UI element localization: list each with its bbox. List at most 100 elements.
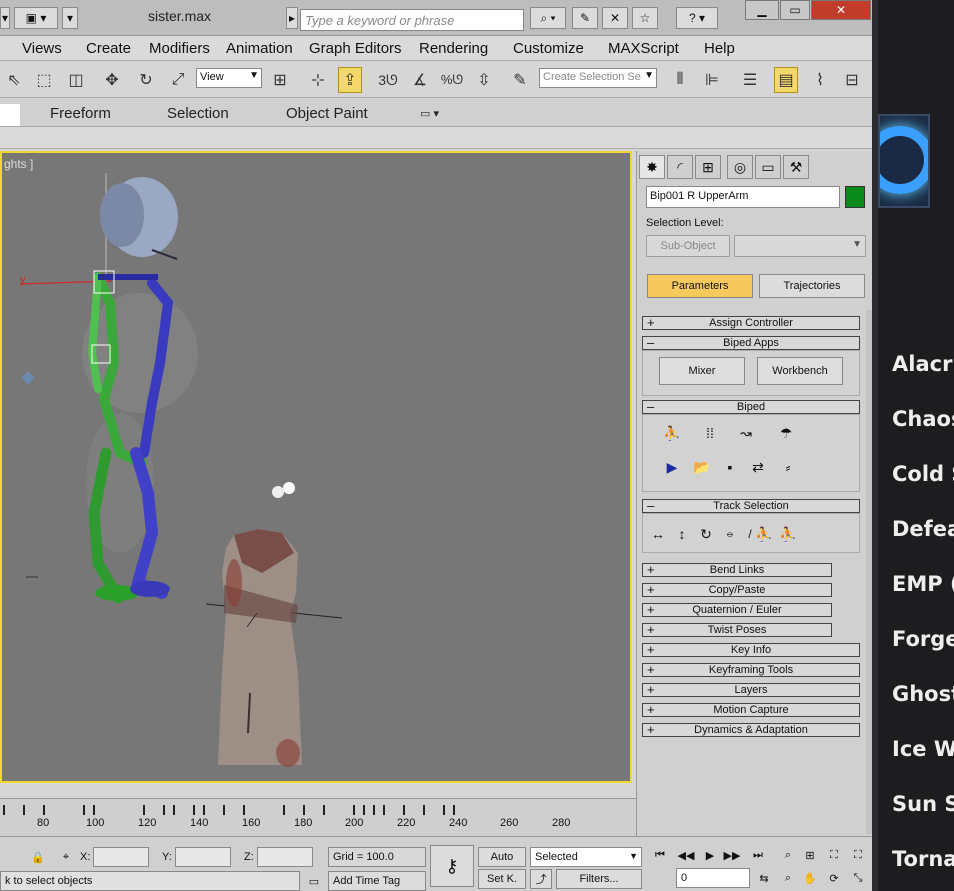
symmetrical-icon[interactable]: ⛹ — [753, 524, 775, 544]
curve-editor-icon[interactable]: ⌇ — [808, 67, 832, 93]
key-tangent-icon[interactable]: ⤴ — [530, 869, 552, 889]
menu-maxscript[interactable]: MAXScript — [608, 40, 679, 57]
subscription-icon[interactable]: ✎ — [572, 7, 598, 29]
select-object-icon[interactable]: ⇖ — [2, 67, 26, 93]
rollout-quaternion-euler[interactable]: + Quaternion / Euler — [642, 602, 832, 617]
communication-icon[interactable]: ✕ — [602, 7, 628, 29]
rollout-key-info[interactable]: + Key Info — [642, 642, 860, 657]
zoom-extents-icon[interactable]: ⛶ — [824, 845, 844, 865]
side-app-item[interactable]: Ice Wa — [892, 737, 954, 761]
menu-customize[interactable]: Customize — [513, 40, 584, 57]
help-icon[interactable]: ? ▾ — [676, 7, 718, 29]
tab-hierarchy-icon[interactable]: ⊞ — [695, 155, 721, 179]
track-bar[interactable]: 80 100 120 140 160 180 200 220 240 260 2… — [0, 798, 636, 836]
next-frame-icon[interactable]: ▶▶ — [722, 845, 742, 865]
x-coordinate-field[interactable] — [93, 847, 149, 867]
align-icon[interactable]: ⊫ — [700, 67, 724, 93]
move-all-mode-icon[interactable]: ⸗ — [777, 457, 799, 477]
binoculars-icon[interactable]: ⌕ ▾ — [530, 7, 566, 29]
side-app-item[interactable]: Forged — [892, 627, 954, 651]
key-mode-toggle-icon[interactable]: ⇆ — [754, 868, 774, 888]
search-expand-icon[interactable]: ▸ — [286, 7, 298, 29]
zoom-icon[interactable]: ⌕ — [778, 845, 798, 865]
footstep-mode-icon[interactable]: ⁞⁞ — [699, 423, 721, 443]
figure-mode-icon[interactable]: ⛹ — [661, 423, 683, 443]
rollout-keyframing-tools[interactable]: + Keyframing Tools — [642, 662, 860, 677]
spell-icon[interactable] — [878, 114, 930, 208]
tab-motion-icon[interactable]: ◎ — [727, 155, 753, 179]
menu-views[interactable]: Views — [22, 40, 62, 57]
previous-frame-icon[interactable]: ◀◀ — [676, 845, 696, 865]
tab-selection[interactable]: Selection — [167, 105, 229, 122]
snaps-toggle-icon[interactable]: 3ᘎ — [376, 67, 400, 93]
menu-help[interactable]: Help — [704, 40, 735, 57]
maxscript-listener-icon[interactable]: ▭ — [304, 871, 324, 891]
body-horizontal-icon[interactable]: ↔ — [647, 524, 669, 544]
rollout-copy-paste[interactable]: + Copy/Paste — [642, 582, 832, 597]
layer-manager-icon[interactable]: ☰ — [738, 67, 762, 93]
mirror-icon[interactable]: ⫴ — [668, 67, 692, 93]
rollout-motion-capture[interactable]: + Motion Capture — [642, 702, 860, 717]
rollout-track-selection[interactable]: – Track Selection — [642, 498, 860, 513]
pan-view-icon[interactable]: ✋ — [800, 868, 820, 888]
rollout-dynamics-adaptation[interactable]: + Dynamics & Adaptation — [642, 722, 860, 737]
field-of-view-icon[interactable]: ⌕ — [778, 868, 798, 888]
add-time-tag-button[interactable]: Add Time Tag — [328, 871, 426, 891]
spinner-snap-icon[interactable]: ⇳ — [472, 67, 496, 93]
select-manipulate-icon[interactable]: ⊹ — [306, 67, 330, 93]
menu-create[interactable]: Create — [86, 40, 131, 57]
select-scale-icon[interactable]: ⤢ — [166, 67, 190, 93]
save-file-icon[interactable]: ▪ — [719, 457, 741, 477]
mixer-button[interactable]: Mixer — [659, 357, 745, 385]
keyboard-shortcut-override-icon[interactable]: ⇪ — [338, 67, 362, 93]
orbit-icon[interactable]: ⟳ — [824, 868, 844, 888]
rollout-layers[interactable]: + Layers — [642, 682, 860, 697]
rollout-twist-poses[interactable]: + Twist Poses — [642, 622, 832, 637]
edit-named-selection-icon[interactable]: ✎ — [508, 67, 532, 93]
minimize-icon[interactable]: ▁ — [745, 0, 779, 20]
maximize-icon[interactable]: ▭ — [780, 0, 810, 20]
play-icon[interactable]: ▶ — [700, 845, 720, 865]
side-app-item[interactable]: Cold S — [892, 462, 954, 486]
opposite-icon[interactable]: ⛹ — [777, 524, 799, 544]
set-key-mode-icon[interactable]: ⚷ — [430, 845, 474, 887]
maximize-viewport-icon[interactable]: ⤡ — [848, 868, 868, 888]
favorites-star-icon[interactable]: ☆ — [632, 7, 658, 29]
ribbon-options-icon[interactable]: ▭ ▾ — [420, 107, 439, 120]
search-input[interactable]: Type a keyword or phrase — [300, 9, 524, 31]
menu-modifiers[interactable]: Modifiers — [149, 40, 210, 57]
tab-object-paint[interactable]: Object Paint — [286, 105, 368, 122]
biped-playback-icon[interactable]: ▶ — [661, 457, 683, 477]
side-app-item[interactable]: Sun St — [892, 792, 954, 816]
rollout-bend-links[interactable]: + Bend Links — [642, 562, 832, 577]
key-filter-dropdown[interactable]: Selected ▼ — [530, 847, 642, 867]
zoom-all-icon[interactable]: ⊞ — [800, 845, 820, 865]
angle-snap-icon[interactable]: ∡ — [408, 67, 432, 93]
named-selection-dropdown[interactable]: Create Selection Se ▼ — [539, 68, 657, 88]
set-key-button[interactable]: Set K. — [478, 869, 526, 889]
side-app-item[interactable]: Alacrit — [892, 352, 954, 376]
tab-display-icon[interactable]: ▭ — [755, 155, 781, 179]
sub-object-button[interactable]: Sub-Object — [646, 235, 730, 257]
side-app-item[interactable]: Ghost — [892, 682, 954, 706]
rollout-biped[interactable]: – Biped — [642, 399, 860, 414]
rollout-biped-apps[interactable]: – Biped Apps — [642, 335, 860, 350]
side-app-item[interactable]: Chaos — [892, 407, 954, 431]
select-rotate-icon[interactable]: ↻ — [134, 67, 158, 93]
pivot-center-icon[interactable]: ⊞ — [268, 67, 292, 93]
percent-snap-icon[interactable]: %ᘎ — [440, 67, 464, 93]
sub-object-dropdown[interactable]: ▼ — [734, 235, 866, 257]
tab-create-icon[interactable]: ✸ — [639, 155, 665, 179]
object-color-swatch[interactable] — [845, 186, 865, 208]
schematic-view-icon[interactable]: ⊟ — [840, 67, 864, 93]
mixer-mode-icon[interactable]: ☂ — [775, 423, 797, 443]
motion-flow-mode-icon[interactable]: ↝ — [735, 423, 757, 443]
go-to-end-icon[interactable]: ⏭ — [748, 845, 768, 865]
tab-modify-icon[interactable]: ◜ — [667, 155, 693, 179]
body-vertical-icon[interactable]: ↕ — [671, 524, 693, 544]
tab-freeform[interactable]: Freeform — [50, 105, 111, 122]
current-frame-field[interactable]: 0 — [676, 868, 750, 888]
convert-icon[interactable]: ⇄ — [747, 457, 769, 477]
perspective-viewport[interactable]: ghts ] y — [0, 151, 632, 783]
project-folder-button[interactable]: ▣ ▾ — [14, 7, 58, 29]
